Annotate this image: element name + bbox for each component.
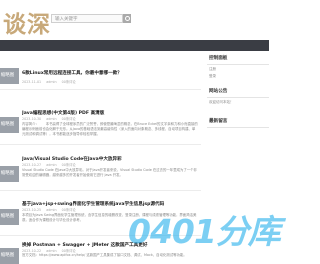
post-date: 2023-11-01: [22, 80, 42, 84]
announcement-text: 欢迎访问本站！: [209, 100, 234, 104]
login-link[interactable]: 登录: [207, 72, 269, 79]
post-meta: 2023-10-30 admin 00条评论: [22, 116, 198, 121]
post-excerpt: 官方文档：https://www.apifox.cn/help/ 这款国产工具集…: [22, 253, 187, 257]
sidebar-widget-recent-comments: 最新留言: [207, 115, 269, 131]
post-comments[interactable]: 00条评论: [62, 163, 76, 167]
post-author[interactable]: admin: [46, 208, 56, 212]
post-excerpt: 内容简介： 本书赢得了全球程序员的广泛赞誉，即使是最晦涩的概念，在Bruce E…: [22, 122, 198, 137]
post-thumbnail[interactable]: 缩略图: [0, 248, 19, 264]
search-input[interactable]: 输入关键字: [51, 14, 123, 23]
post-title[interactable]: 6款Linux常用远程连接工具，你最中意哪一款？: [22, 70, 198, 76]
post-date: 2023-10-27: [22, 163, 42, 167]
sidebar-heading: 最新留言: [209, 119, 228, 124]
post-excerpt: Visual Studio Code 在Java中大放异彩。对于Java开发者来…: [22, 168, 197, 178]
post-card: 缩略图 Java编程思想(中文第4版) PDF 高清版 2023-10-30 a…: [0, 106, 201, 145]
post-author[interactable]: admin: [46, 117, 56, 121]
post-comments[interactable]: 00条评论: [62, 117, 76, 121]
sidebar-heading: 控制面板: [209, 56, 228, 61]
register-link[interactable]: 注册: [207, 65, 269, 72]
post-author[interactable]: admin: [46, 80, 56, 84]
sidebar-widget-control-panel: 控制面板 注册 登录: [207, 52, 269, 82]
sidebar-divider: [207, 127, 269, 128]
post-meta: 2023-10-27 admin 00条评论: [22, 162, 198, 167]
site-header: 谈深 输入关键字: [0, 0, 269, 40]
post-thumbnail[interactable]: 缩略图: [0, 166, 19, 182]
sidebar-heading: 网站公告: [209, 89, 228, 94]
post-card: 缩略图 Java/Visual Studio Code在Java中大放异彩 20…: [0, 152, 201, 191]
post-thumbnail[interactable]: 缩略图: [0, 209, 19, 225]
search-button[interactable]: [123, 14, 131, 23]
post-author[interactable]: admin: [46, 163, 56, 167]
post-card: 缩略图 6款Linux常用远程连接工具，你最中意哪一款？ 2023-11-01 …: [0, 62, 201, 90]
post-date: 2023-10-30: [22, 117, 42, 121]
post-thumbnail[interactable]: 缩略图: [0, 117, 19, 133]
watermark-logo: 0401分库: [128, 212, 281, 251]
post-date: 2023-10-25: [22, 208, 42, 212]
post-comments[interactable]: 00条评论: [62, 208, 76, 212]
post-meta: 2023-11-01 admin 00条评论: [22, 79, 198, 84]
post-comments[interactable]: 00条评论: [62, 80, 76, 84]
sidebar-widget-announcement: 网站公告 欢迎访问本站！: [207, 85, 269, 111]
post-thumbnail[interactable]: 缩略图: [0, 68, 19, 84]
site-logo[interactable]: 谈深: [3, 5, 51, 39]
main-nav-bar: [0, 40, 269, 51]
